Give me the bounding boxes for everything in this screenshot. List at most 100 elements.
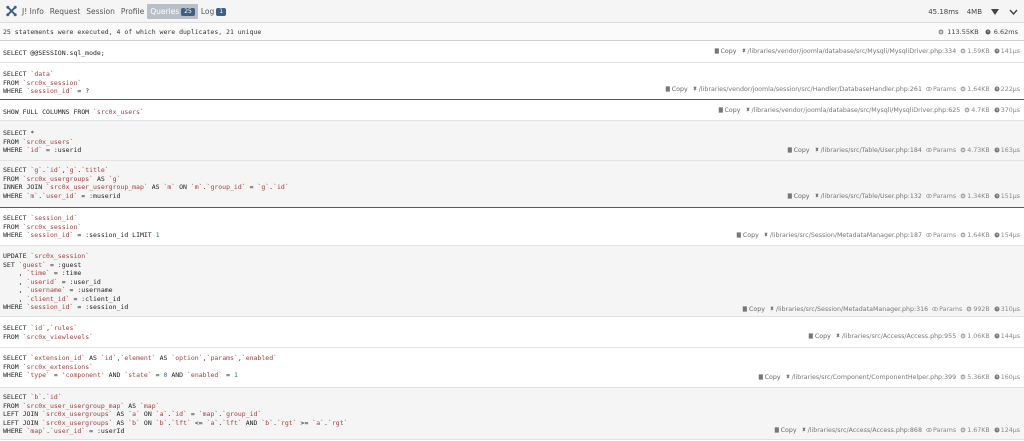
clock-icon bbox=[994, 193, 1000, 199]
params-label: Params bbox=[939, 306, 963, 313]
copy-label: Copy bbox=[814, 333, 831, 340]
query-time: 370μs bbox=[994, 107, 1020, 114]
log-count-badge: 1 bbox=[216, 7, 227, 16]
summary-text: 25 statements were executed, 4 of which … bbox=[3, 28, 262, 36]
copy-label: Copy bbox=[749, 306, 765, 313]
joomla-logo-icon[interactable] bbox=[5, 4, 18, 18]
query-row: SELECT `id`,`rules` FROM `src0x_viewleve… bbox=[0, 317, 1024, 348]
eye-icon bbox=[926, 428, 932, 432]
gear-icon bbox=[960, 374, 966, 380]
chevron-down-icon[interactable] bbox=[1008, 7, 1018, 17]
params-toggle[interactable]: Params bbox=[926, 193, 956, 200]
query-time-value: 222μs bbox=[1000, 86, 1020, 93]
query-time-value: 370μs bbox=[1000, 107, 1020, 114]
copy-label: Copy bbox=[724, 107, 741, 114]
total-time-value: 6.62ms bbox=[993, 28, 1018, 36]
minimize-icon[interactable] bbox=[990, 7, 1000, 17]
query-sql: SHOW FULL COLUMNS FROM `src0x_users` bbox=[3, 108, 144, 116]
params-label: Params bbox=[932, 427, 957, 434]
copy-label: Copy bbox=[764, 374, 781, 381]
pin-icon bbox=[692, 86, 697, 92]
caller-path-text: /libraries/src/Access/Access.php:955 bbox=[841, 333, 957, 340]
copy-icon bbox=[787, 193, 792, 199]
query-memory-value: 1.06KB bbox=[967, 333, 990, 340]
copy-button[interactable]: Copy bbox=[787, 147, 810, 154]
pin-icon bbox=[770, 306, 774, 312]
params-toggle[interactable]: Params bbox=[926, 86, 956, 93]
copy-button[interactable]: Copy bbox=[787, 193, 810, 200]
params-label: Params bbox=[932, 193, 957, 200]
debug-toolbar: J! Info Request Session Profile Queries 2… bbox=[0, 0, 1024, 23]
tab-label: Session bbox=[86, 7, 115, 16]
query-sql: SELECT `b`.`id` FROM `src0x_user_usergro… bbox=[3, 393, 348, 435]
query-memory-value: 5.36KB bbox=[967, 374, 990, 381]
copy-button[interactable]: Copy bbox=[758, 374, 781, 381]
params-toggle[interactable]: Params bbox=[932, 306, 962, 313]
tab-info[interactable]: J! Info bbox=[19, 0, 47, 23]
query-time-value: 124μs bbox=[1000, 427, 1020, 434]
caller-path-text: /libraries/src/Session/MetadataManager.p… bbox=[769, 232, 922, 239]
copy-button[interactable]: Copy bbox=[714, 48, 737, 55]
tab-queries[interactable]: Queries 25 bbox=[147, 4, 198, 19]
query-memory: 1.34KB bbox=[960, 193, 990, 200]
copy-button[interactable]: Copy bbox=[665, 86, 688, 93]
query-row: SHOW FULL COLUMNS FROM `src0x_users` Copy… bbox=[0, 100, 1024, 121]
query-time-value: 151μs bbox=[1000, 193, 1020, 200]
gear-icon bbox=[964, 107, 970, 113]
copy-icon bbox=[742, 306, 747, 312]
copy-icon bbox=[736, 232, 741, 238]
caller-path-text: /libraries/vendor/joomla/session/src/Han… bbox=[698, 86, 922, 93]
copy-button[interactable]: Copy bbox=[718, 107, 741, 114]
query-sql: UPDATE `src0x_session` SET `guest` = :gu… bbox=[3, 252, 129, 311]
query-row: SELECT `b`.`id` FROM `src0x_user_usergro… bbox=[0, 388, 1024, 440]
copy-button[interactable]: Copy bbox=[808, 333, 831, 340]
query-memory-value: 992B bbox=[973, 306, 990, 313]
caller-path-text: /libraries/src/Table/User.php:132 bbox=[820, 193, 922, 200]
tab-log[interactable]: Log 1 bbox=[198, 0, 229, 23]
clock-icon bbox=[985, 29, 991, 35]
query-meta: Copy/libraries/vendor/joomla/session/src… bbox=[665, 86, 1020, 93]
params-toggle[interactable]: Params bbox=[926, 147, 956, 154]
query-memory-value: 1.64KB bbox=[967, 232, 990, 239]
query-memory: 992B bbox=[966, 306, 990, 313]
clock-icon bbox=[994, 107, 1000, 113]
tab-label: Profile bbox=[120, 7, 145, 16]
request-time: 45.18ms bbox=[928, 7, 959, 16]
gear-icon bbox=[960, 48, 966, 54]
copy-button[interactable]: Copy bbox=[736, 232, 759, 239]
caller-path: /libraries/src/Component/ComponentHelper… bbox=[785, 374, 956, 381]
tab-session[interactable]: Session bbox=[83, 0, 118, 23]
clock-icon bbox=[994, 374, 1000, 380]
query-memory: 1.64KB bbox=[960, 86, 990, 93]
query-time: 310μs bbox=[994, 306, 1020, 313]
clock-icon bbox=[994, 427, 1000, 433]
query-meta: Copy/libraries/src/Component/ComponentHe… bbox=[758, 374, 1020, 381]
query-sql: SELECT `id`,`rules` FROM `src0x_viewleve… bbox=[3, 324, 94, 341]
params-toggle[interactable]: Params bbox=[926, 232, 956, 239]
query-meta: Copy/libraries/src/Session/MetadataManag… bbox=[736, 232, 1020, 239]
copy-button[interactable]: Copy bbox=[774, 427, 797, 434]
query-row: SELECT `session_id` FROM `src0x_session`… bbox=[0, 208, 1024, 246]
copy-label: Copy bbox=[742, 232, 759, 239]
queries-count-badge: 25 bbox=[181, 7, 195, 16]
eye-icon bbox=[932, 307, 939, 311]
params-toggle[interactable]: Params bbox=[926, 427, 956, 434]
query-meta: Copy/libraries/src/Table/User.php:184 Par… bbox=[787, 147, 1020, 154]
pin-icon bbox=[835, 333, 840, 339]
query-memory-value: 1.34KB bbox=[967, 193, 990, 200]
caller-path: /libraries/src/Session/MetadataManager.p… bbox=[763, 232, 922, 239]
copy-icon bbox=[808, 333, 813, 339]
query-memory: 1.06KB bbox=[960, 333, 990, 340]
clock-icon bbox=[994, 232, 1000, 238]
query-sql: SELECT `extension_id` AS `id`,`element` … bbox=[3, 354, 278, 379]
query-sql: SELECT `session_id` FROM `src0x_session`… bbox=[3, 214, 160, 239]
tab-request[interactable]: Request bbox=[47, 0, 83, 23]
gear-icon bbox=[960, 333, 966, 339]
query-meta: Copy/libraries/src/Session/MetadataManag… bbox=[742, 306, 1020, 313]
query-row: SELECT `data` FROM `src0x_session` WHERE… bbox=[0, 63, 1024, 100]
copy-label: Copy bbox=[793, 193, 810, 200]
toolbar-stats: 45.18ms 4MB bbox=[928, 0, 1018, 23]
tab-profile[interactable]: Profile bbox=[118, 0, 147, 23]
copy-button[interactable]: Copy bbox=[742, 306, 765, 313]
query-memory-value: 1.67KB bbox=[967, 427, 990, 434]
